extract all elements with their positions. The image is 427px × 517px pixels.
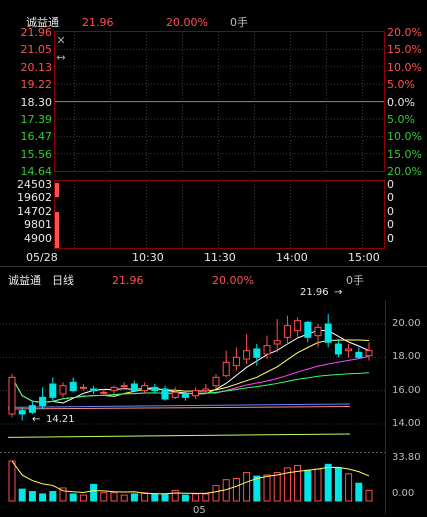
volume-bar [212,485,220,502]
candle-body [324,323,332,343]
candle-body [28,405,36,413]
candle-body [130,383,138,392]
volume-bar [110,492,118,502]
candle-body [304,321,312,338]
candle-body [365,350,373,357]
candle-body [232,356,240,367]
candle-body [243,350,251,360]
volume-bar [171,489,179,502]
candle-body [345,348,353,352]
candle-body [294,320,302,332]
volume-bar [334,467,342,502]
volume-bar [120,494,128,502]
candle-body [212,376,220,387]
volume-bar [161,493,169,502]
candle-body [171,391,179,398]
candle-body [110,386,118,392]
candle-body [283,325,291,338]
volume-bar [253,475,261,502]
volume-bar [28,491,36,502]
volume-bar [18,488,26,502]
volume-bar [8,460,16,502]
candle-body [100,391,108,394]
candle-body [314,326,322,337]
candle-body [151,386,159,392]
volume-bar [130,493,138,502]
volume-bar [304,469,312,502]
volume-bar [69,493,77,502]
volume-bar [273,472,281,502]
volume-bar [202,493,210,502]
ma20-line [11,355,370,403]
candle-body [59,385,67,395]
volume-bar [355,482,363,502]
candle-body [263,345,271,355]
volume-bar [314,468,322,502]
volume-bar [181,494,189,502]
volume-bar [365,489,373,502]
volume-bar [79,494,87,502]
candle-body [18,410,26,415]
volume-bar [192,493,200,502]
candle-body [273,340,281,345]
candle-body [355,351,363,358]
volume-bar [324,463,332,502]
volume-bar [90,483,98,502]
volume-bar [263,474,271,502]
candle-body [79,386,87,389]
candle-body [49,383,57,398]
candle-body [161,388,169,400]
volume-bar [232,478,240,502]
daily-kline-chart[interactable] [0,0,427,514]
volume-bar [151,493,159,502]
volume-bar [39,493,47,502]
candle-body [120,385,128,388]
candle-body [202,388,210,392]
candle-body [253,348,261,358]
candle-body [222,361,230,377]
candle-body [39,396,47,407]
candle-body [8,376,16,415]
candle-body [334,343,342,355]
candle-body [141,385,149,392]
volume-bar [243,472,251,502]
volume-bar [345,473,353,502]
candle-body [181,393,189,398]
volume-bar [49,491,57,502]
volume-bar [100,492,108,502]
candle-body [192,390,200,397]
candle-body [90,388,98,392]
candle-body [69,381,77,392]
ma-long-line [7,433,351,438]
